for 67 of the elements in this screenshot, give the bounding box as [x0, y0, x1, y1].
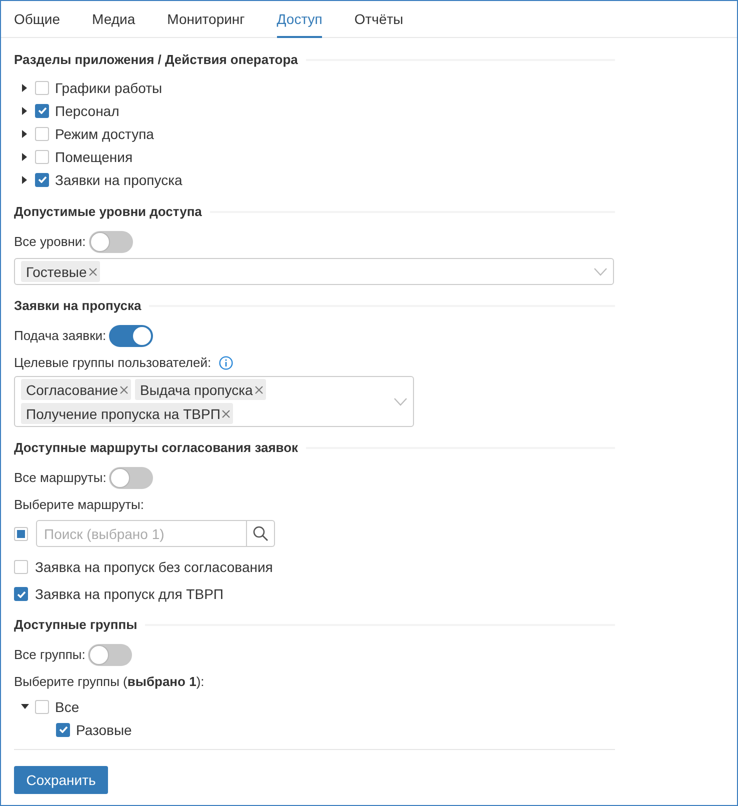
checkbox-label: Заявка на пропуск для ТВРП — [35, 585, 224, 603]
tab[interactable]: Отчёты — [354, 1, 404, 38]
field-label: Выберите группы (выбрано 1): — [14, 674, 204, 690]
caret-right-icon[interactable] — [22, 176, 27, 184]
tag-label: Получение пропуска на ТВРП — [26, 404, 220, 422]
checkmark-icon — [16, 590, 26, 598]
tab[interactable]: Доступ — [276, 1, 322, 38]
chevron-down-icon[interactable] — [594, 268, 607, 276]
caret-down-icon[interactable] — [20, 704, 28, 709]
checkmark-icon — [38, 107, 46, 114]
multi-select-field[interactable]: Согласование Выдача пропуска Получение пропуска на ТВРП — [14, 376, 414, 427]
section-heading: Доступные группы — [14, 616, 138, 634]
checkbox-label: Заявка на пропуск без согласования — [35, 558, 273, 576]
checkbox[interactable] — [35, 104, 49, 118]
section-heading: Заявки на пропуска — [14, 297, 142, 316]
caret-right-icon[interactable] — [22, 130, 27, 138]
tree-item-label: Все — [55, 698, 80, 716]
chevron-down-icon[interactable] — [394, 398, 407, 406]
caret-right-icon[interactable] — [22, 84, 27, 92]
checkbox[interactable] — [35, 80, 49, 94]
tab[interactable]: Медиа — [92, 1, 136, 38]
info-icon[interactable] — [219, 356, 234, 370]
checkbox[interactable] — [14, 526, 28, 540]
toggle-switch[interactable] — [88, 231, 133, 253]
toggle-label: Все уровни: — [14, 234, 86, 250]
field-label: Целевые группы пользователей: — [14, 355, 212, 371]
tree-item-label: Персонал — [55, 102, 120, 120]
checkbox[interactable] — [35, 126, 49, 140]
toggle-label: Подача заявки: — [14, 328, 106, 344]
toggle-switch[interactable] — [109, 467, 154, 489]
multi-select-field[interactable]: Гостевые — [14, 258, 614, 285]
checkmark-icon — [58, 726, 68, 733]
remove-icon[interactable] — [254, 386, 263, 394]
tree-item-label: Заявки на пропуска — [55, 170, 182, 188]
section-heading: Доступные маршруты согласования заявок — [14, 439, 298, 458]
section-heading: Допустимые уровни доступа — [14, 203, 202, 222]
checkbox[interactable] — [35, 150, 49, 164]
remove-icon[interactable] — [120, 386, 128, 394]
toggle-switch[interactable] — [88, 644, 132, 666]
section-heading: Разделы приложения / Действия оператора — [14, 51, 298, 70]
checkbox[interactable] — [14, 560, 28, 574]
checkbox[interactable] — [35, 172, 49, 186]
save-button[interactable]: Сохранить — [14, 766, 108, 794]
tab[interactable]: Мониторинг — [167, 1, 245, 38]
tag-label: Гостевые — [26, 262, 87, 280]
tab[interactable]: Общие — [14, 1, 60, 38]
checkbox[interactable] — [56, 722, 70, 736]
field-label: Выберите маршруты: — [14, 497, 144, 513]
tree-item-label: Помещения — [55, 148, 133, 166]
toggle-switch[interactable] — [109, 325, 154, 347]
tree-item-label: Разовые — [76, 720, 132, 738]
checkbox[interactable] — [35, 700, 49, 714]
tree-item-label: Режим доступа — [55, 124, 154, 142]
tree-item-label: Графики работы — [55, 78, 162, 96]
caret-right-icon[interactable] — [22, 152, 27, 160]
tag-label: Согласование — [26, 380, 118, 398]
search-button[interactable] — [247, 520, 275, 547]
checkbox[interactable] — [14, 587, 28, 601]
search-field[interactable]: Поиск (выбрано 1) — [36, 520, 247, 547]
toggle-label: Все маршруты: — [14, 470, 106, 486]
tag-label: Выдача пропуска — [140, 380, 253, 398]
toggle-label: Все группы: — [14, 647, 86, 663]
checkmark-icon — [38, 176, 46, 183]
caret-right-icon[interactable] — [22, 106, 27, 114]
search-icon — [253, 526, 268, 541]
remove-icon[interactable] — [222, 410, 230, 418]
remove-icon[interactable] — [88, 268, 97, 276]
